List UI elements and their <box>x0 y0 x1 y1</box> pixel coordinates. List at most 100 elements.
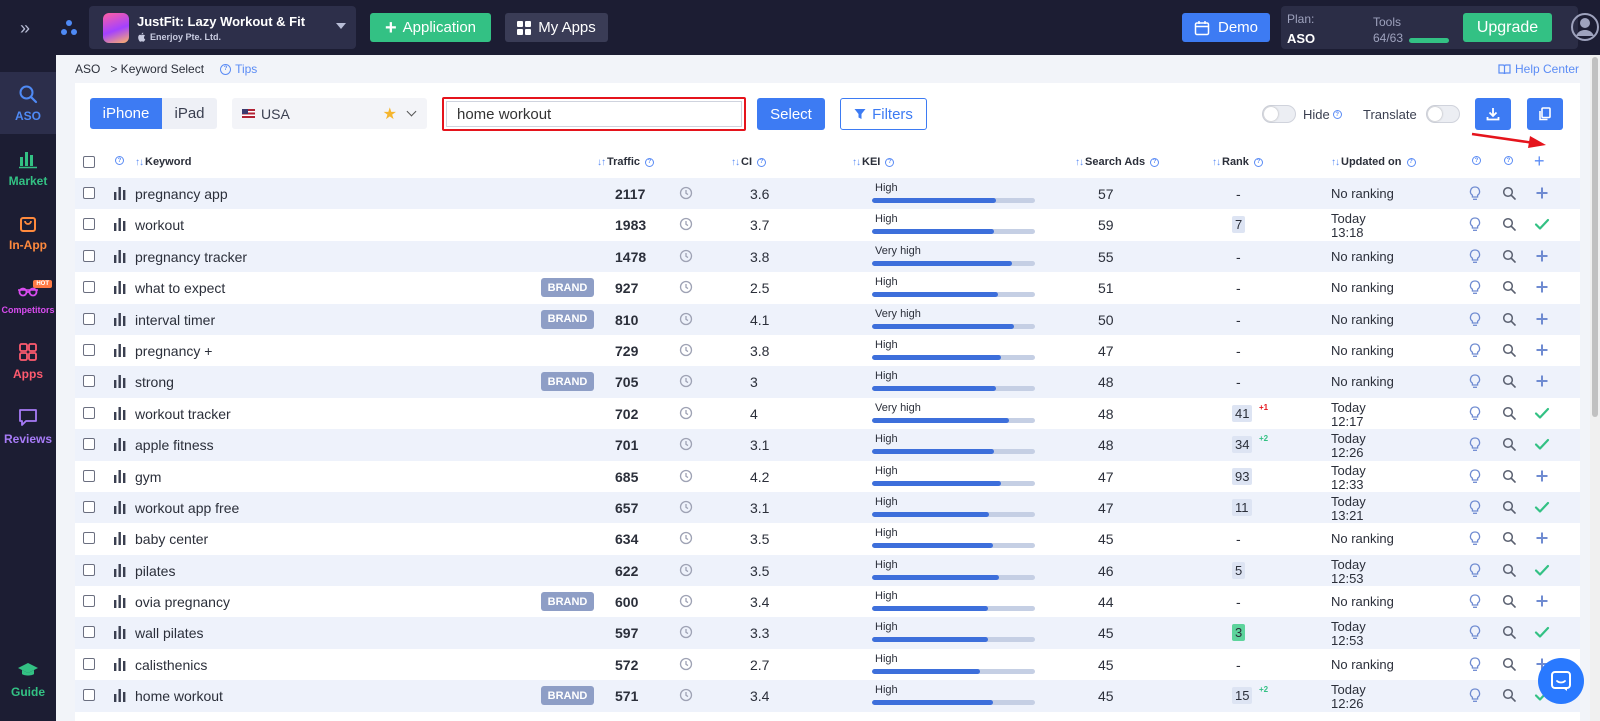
row-checkbox[interactable] <box>83 469 95 482</box>
lightbulb-icon[interactable] <box>1469 374 1481 389</box>
history-icon[interactable] <box>679 280 693 294</box>
keyword-cell[interactable]: pregnancy app <box>135 186 228 202</box>
lightbulb-icon[interactable] <box>1469 343 1481 358</box>
help-icon[interactable]: ? <box>115 156 124 165</box>
plus-icon[interactable] <box>1534 185 1550 201</box>
row-checkbox[interactable] <box>83 689 95 702</box>
search-icon[interactable] <box>1502 563 1516 577</box>
plus-icon[interactable] <box>1534 248 1550 264</box>
filters-button[interactable]: Filters <box>840 98 927 130</box>
bar-chart-icon[interactable] <box>114 595 126 609</box>
row-checkbox[interactable] <box>83 249 95 262</box>
chevron-down-icon[interactable] <box>336 23 346 29</box>
sidebar-item-apps[interactable]: Apps <box>0 330 56 392</box>
column-traffic[interactable]: ↓↑ Traffic? <box>597 156 655 168</box>
lightbulb-icon[interactable] <box>1469 531 1481 546</box>
history-icon[interactable] <box>679 186 693 200</box>
bar-chart-icon[interactable] <box>114 343 126 357</box>
keyword-cell[interactable]: workout tracker <box>135 406 231 422</box>
row-checkbox[interactable] <box>83 187 95 199</box>
row-checkbox[interactable] <box>83 500 95 513</box>
lightbulb-icon[interactable] <box>1469 625 1481 640</box>
lightbulb-icon[interactable] <box>1469 563 1481 578</box>
page-scrollbar[interactable] <box>1590 55 1600 721</box>
star-icon[interactable]: ★ <box>383 104 397 124</box>
search-icon[interactable] <box>1502 374 1516 389</box>
check-icon[interactable] <box>1534 216 1550 232</box>
history-icon[interactable] <box>679 594 693 608</box>
bar-chart-icon[interactable] <box>114 218 126 232</box>
bar-chart-icon[interactable] <box>114 469 126 483</box>
check-icon[interactable] <box>1534 624 1550 640</box>
column-rank[interactable]: ↑↓ Rank? <box>1212 156 1263 168</box>
bar-chart-icon[interactable] <box>114 249 126 263</box>
check-icon[interactable] <box>1534 405 1550 421</box>
keyword-cell[interactable]: ovia pregnancy <box>135 594 230 610</box>
lightbulb-icon[interactable] <box>1469 500 1481 515</box>
my-apps-button[interactable]: My Apps <box>505 13 608 42</box>
search-icon[interactable] <box>1502 531 1516 546</box>
translate-toggle[interactable] <box>1426 105 1460 123</box>
keyword-cell[interactable]: pregnancy tracker <box>135 249 247 265</box>
column-keyword[interactable]: ↑↓ Keyword <box>135 156 191 168</box>
search-icon[interactable] <box>1502 217 1516 232</box>
help-icon[interactable]: ? <box>1253 157 1263 167</box>
row-checkbox[interactable] <box>83 281 95 294</box>
column-kei[interactable]: ↑↓ KEI? <box>852 156 895 168</box>
keyword-cell[interactable]: gym <box>135 469 161 485</box>
lightbulb-icon[interactable] <box>1469 688 1481 703</box>
check-icon[interactable] <box>1534 562 1550 578</box>
add-application-button[interactable]: + Application <box>370 13 491 42</box>
sidebar-item-guide[interactable]: Guide <box>0 648 56 710</box>
row-checkbox[interactable] <box>83 657 95 670</box>
bar-chart-icon[interactable] <box>114 563 126 577</box>
keyword-cell[interactable]: interval timer <box>135 312 215 328</box>
plus-icon[interactable] <box>1534 373 1550 389</box>
row-checkbox[interactable] <box>83 626 95 639</box>
scrollbar-thumb[interactable] <box>1592 57 1598 417</box>
search-icon[interactable] <box>1502 406 1516 420</box>
breadcrumb-root[interactable]: ASO <box>75 62 100 76</box>
lightbulb-icon[interactable] <box>1469 468 1481 484</box>
column-search-ads[interactable]: ↑↓ Search Ads? <box>1075 156 1160 168</box>
help-icon[interactable]: ? <box>885 157 895 167</box>
search-icon[interactable] <box>1502 312 1516 326</box>
keyword-cell[interactable]: calisthenics <box>135 657 207 673</box>
history-icon[interactable] <box>679 217 693 231</box>
bar-chart-icon[interactable] <box>114 500 126 514</box>
history-icon[interactable] <box>679 531 693 545</box>
bar-chart-icon[interactable] <box>114 187 126 200</box>
keyword-search-input[interactable] <box>446 101 742 127</box>
keyword-cell[interactable]: pilates <box>135 563 175 579</box>
upgrade-button[interactable]: Upgrade <box>1463 13 1552 42</box>
bar-chart-icon[interactable] <box>114 626 126 640</box>
plus-icon[interactable] <box>1534 530 1550 546</box>
logo-icon[interactable] <box>60 19 78 37</box>
history-icon[interactable] <box>679 406 693 420</box>
device-iphone-button[interactable]: iPhone <box>90 98 162 129</box>
search-icon[interactable] <box>1502 249 1516 263</box>
sidebar-item-market[interactable]: Market <box>0 137 56 199</box>
row-checkbox[interactable] <box>83 563 95 576</box>
row-checkbox[interactable] <box>83 532 95 545</box>
history-icon[interactable] <box>679 500 693 514</box>
search-icon[interactable] <box>1502 186 1516 200</box>
plus-icon[interactable] <box>1534 593 1550 609</box>
history-icon[interactable] <box>679 343 693 357</box>
bar-chart-icon[interactable] <box>114 438 126 452</box>
help-center-link[interactable]: Help Center <box>1498 62 1579 76</box>
help-icon[interactable]: ? <box>1504 156 1513 165</box>
sidebar-item-competitors[interactable]: HOT Competitors <box>0 266 56 328</box>
keyword-cell[interactable]: home workout <box>135 688 223 704</box>
search-icon[interactable] <box>1502 688 1516 703</box>
sidebar-item-reviews[interactable]: Reviews <box>0 395 56 457</box>
search-icon[interactable] <box>1502 469 1516 483</box>
history-icon[interactable] <box>679 437 693 451</box>
bar-chart-icon[interactable] <box>114 657 126 671</box>
avatar[interactable] <box>1571 10 1599 44</box>
download-button[interactable] <box>1475 98 1511 130</box>
row-checkbox[interactable] <box>83 595 95 608</box>
check-icon[interactable] <box>1534 436 1550 452</box>
help-icon[interactable]: ? <box>1472 156 1481 165</box>
lightbulb-icon[interactable] <box>1469 217 1481 232</box>
